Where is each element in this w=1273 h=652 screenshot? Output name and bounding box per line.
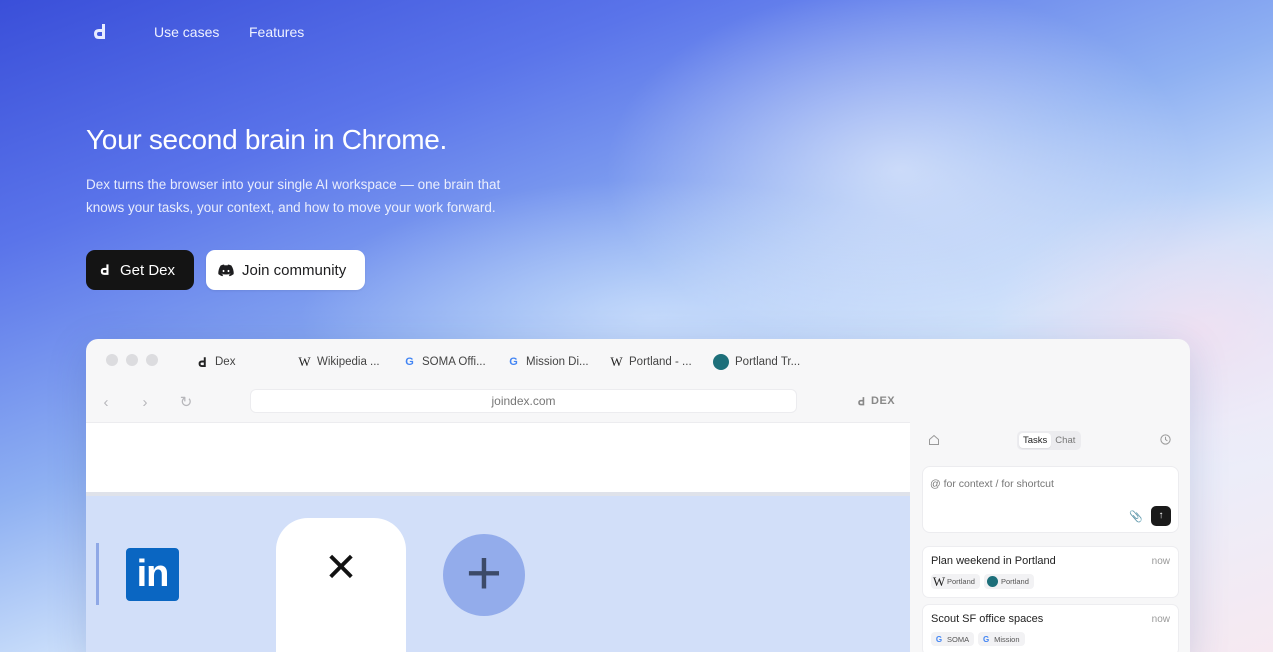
tab-label: Portland - ... bbox=[629, 356, 692, 368]
tab-label: Dex bbox=[215, 356, 236, 368]
reload-icon[interactable]: ↻ bbox=[178, 394, 194, 411]
dex-logo-icon bbox=[858, 396, 865, 405]
send-button[interactable]: ↑ bbox=[1151, 506, 1171, 526]
add-icon[interactable]: + bbox=[443, 534, 525, 616]
dex-extension-button[interactable]: DEX bbox=[856, 395, 895, 407]
dex-side-panel: Tasks Chat 📎 ↑ Plan weekend in Portland … bbox=[916, 422, 1190, 652]
task-item[interactable]: Scout SF office spaces now G SOMA G Miss… bbox=[922, 604, 1179, 652]
page-viewport: in ✕ + bbox=[86, 422, 910, 652]
context-chip[interactable]: W Portland bbox=[931, 574, 980, 589]
get-dex-label: Get Dex bbox=[120, 261, 176, 279]
wikipedia-icon: W bbox=[298, 354, 311, 369]
context-chip[interactable]: G SOMA bbox=[931, 632, 975, 646]
back-icon[interactable]: ‹ bbox=[98, 394, 114, 411]
context-chip[interactable]: G Mission bbox=[978, 632, 1025, 646]
window-controls bbox=[106, 354, 158, 366]
chip-label: Mission bbox=[994, 634, 1020, 644]
task-time: now bbox=[1151, 614, 1170, 625]
context-chip[interactable]: Portland bbox=[983, 574, 1034, 589]
selection-bar bbox=[96, 543, 99, 605]
dex-logo-icon bbox=[198, 356, 206, 367]
x-logo-icon: ✕ bbox=[324, 546, 358, 590]
tab-tasks[interactable]: Tasks bbox=[1019, 433, 1052, 448]
browser-mockup: Dex W Wikipedia ... G SOMA Offi... G Mis… bbox=[86, 339, 1190, 652]
tab-label: Wikipedia ... bbox=[317, 356, 380, 368]
panel-tab-switcher: Tasks Chat bbox=[1017, 431, 1082, 450]
tab-label: Mission Di... bbox=[526, 356, 589, 368]
forward-icon[interactable]: › bbox=[137, 394, 153, 411]
hero-subtitle: Dex turns the browser into your single A… bbox=[86, 177, 501, 215]
task-input[interactable] bbox=[930, 478, 1160, 490]
google-icon: G bbox=[982, 634, 990, 644]
minimize-dot bbox=[126, 354, 138, 366]
close-dot bbox=[106, 354, 118, 366]
attach-icon[interactable]: 📎 bbox=[1129, 510, 1143, 523]
nav-link-features[interactable]: Features bbox=[249, 24, 304, 40]
x-tile[interactable]: ✕ bbox=[246, 518, 436, 652]
google-icon: G bbox=[935, 634, 943, 644]
history-icon[interactable] bbox=[1159, 433, 1172, 446]
discord-icon bbox=[218, 264, 234, 276]
browser-tab-wikipedia[interactable]: W Wikipedia ... bbox=[298, 353, 380, 371]
tab-chat[interactable]: Chat bbox=[1051, 433, 1079, 448]
join-community-button[interactable]: Join community bbox=[206, 250, 365, 290]
task-title: Scout SF office spaces bbox=[931, 613, 1044, 625]
task-composer: 📎 ↑ bbox=[922, 466, 1179, 533]
get-dex-button[interactable]: Get Dex bbox=[86, 250, 194, 290]
task-item[interactable]: Plan weekend in Portland now W Portland … bbox=[922, 546, 1179, 598]
chip-label: Portland bbox=[1000, 577, 1029, 586]
hero-title: Your second brain in Chrome. bbox=[86, 124, 448, 155]
portland-travel-icon bbox=[986, 576, 998, 587]
dex-extension-label: DEX bbox=[871, 395, 896, 407]
join-community-label: Join community bbox=[242, 261, 347, 279]
google-icon: G bbox=[509, 356, 518, 368]
dex-logo-icon[interactable] bbox=[90, 22, 110, 42]
chip-label: SOMA bbox=[947, 634, 970, 644]
task-context-chips: W Portland Portland bbox=[931, 574, 1034, 589]
chip-label: Portland bbox=[947, 577, 975, 586]
browser-tab-mission[interactable]: G Mission Di... bbox=[507, 353, 589, 371]
browser-tab-portland-wiki[interactable]: W Portland - ... bbox=[610, 353, 692, 371]
task-title: Plan weekend in Portland bbox=[931, 555, 1056, 567]
portland-travel-icon bbox=[713, 354, 729, 370]
top-nav: Use cases Features bbox=[0, 0, 1273, 64]
address-bar[interactable]: joindex.com bbox=[250, 389, 797, 413]
wikipedia-icon: W bbox=[932, 573, 946, 589]
dex-logo-icon bbox=[100, 264, 109, 275]
google-icon: G bbox=[405, 356, 414, 368]
maximize-dot bbox=[146, 354, 158, 366]
nav-link-use-cases[interactable]: Use cases bbox=[154, 24, 219, 40]
browser-tab-dex[interactable]: Dex bbox=[196, 353, 235, 371]
home-icon[interactable] bbox=[928, 434, 940, 446]
task-time: now bbox=[1151, 556, 1170, 567]
wikipedia-icon: W bbox=[610, 354, 623, 369]
task-context-chips: G SOMA G Mission bbox=[931, 632, 1025, 646]
tab-label: SOMA Offi... bbox=[422, 356, 486, 368]
browser-tab-soma[interactable]: G SOMA Offi... bbox=[403, 353, 486, 371]
linkedin-icon[interactable]: in bbox=[126, 548, 179, 601]
tab-label: Portland Tr... bbox=[735, 356, 801, 368]
browser-tab-portland-travel[interactable]: Portland Tr... bbox=[713, 353, 800, 371]
